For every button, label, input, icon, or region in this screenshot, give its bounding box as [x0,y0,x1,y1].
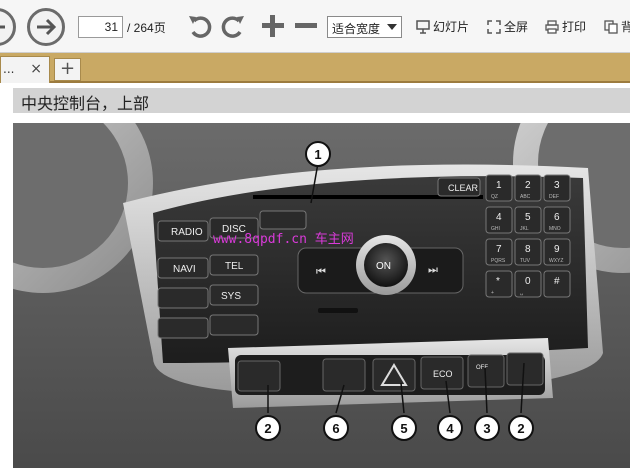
section-heading: 中央控制台，上部 [13,88,630,113]
seat-heat-right-button[interactable] [506,352,544,386]
page-number-input[interactable]: 31 [78,16,123,38]
callout-number: 2 [264,421,271,436]
navi-label: NAVI [173,264,196,275]
keypad-key-number: 7 [496,244,502,255]
keypad-key-number: 3 [554,180,560,191]
fullscreen-button[interactable]: 全屏 [487,18,528,35]
keypad-key-letters: WXYZ [549,258,563,264]
keypad-key[interactable]: 7 PQRS [485,238,513,266]
fullscreen-icon [487,19,501,34]
zoom-out-icon[interactable] [292,12,320,40]
pdf-toolbar: 31 / 264页 适合宽度 幻灯片 全屏 打印 背 [0,0,630,53]
on-label: ON [376,261,391,272]
callout-number: 5 [400,421,407,436]
callout-number: 4 [446,421,454,436]
slideshow-label: 幻灯片 [433,20,470,34]
clear-label: CLEAR [448,183,479,193]
printer-icon [545,19,559,34]
background-label: 背 [621,20,630,34]
rotate-left-icon[interactable] [186,12,214,40]
chevron-down-icon [387,24,397,30]
zoom-select-value: 适合宽度 [332,22,381,36]
keypad-key-letters: ␣ [520,290,523,296]
callout-number: 1 [314,147,321,162]
slideshow-button[interactable]: 幻灯片 [416,18,469,35]
close-icon[interactable]: × [30,61,42,77]
tab-label: ... [3,62,15,76]
keypad-key-letters: QZ [491,194,498,200]
keypad-key-number: 5 [525,212,531,223]
keypad-key-letters: + [491,290,494,296]
keypad-key[interactable]: 0␣ [514,270,542,298]
print-label: 打印 [562,20,587,34]
keypad-key[interactable]: 9 WXYZ [543,238,571,266]
document-page: 中央控制台，上部 RADIO DISC NAVI TEL SYS ON ⏮ ⏭ … [0,83,630,473]
tab-bar: ... × + [0,53,630,83]
keypad-key[interactable]: 6 MNO [543,206,571,234]
keypad-key[interactable]: 3 DEF [543,174,571,202]
keypad-key[interactable]: *+ [485,270,513,298]
page-total: / 264页 [127,21,166,35]
callout-number: 3 [483,421,490,436]
keypad-key-number: 6 [554,212,560,223]
keypad-key-number: 4 [496,212,502,223]
media-button[interactable] [259,210,307,230]
keypad-key-letters: MNO [549,226,561,232]
keypad-key[interactable]: 5 JKL [514,206,542,234]
keypad-key-letters: GHI [491,226,500,232]
keypad-key-letters: ABC [520,194,531,200]
tel-label: TEL [225,261,244,272]
rotate-right-icon[interactable] [219,12,247,40]
keypad-key[interactable]: 1 QZ [485,174,513,202]
next-page-button[interactable] [27,8,65,46]
keypad-key-number: 0 [525,276,531,287]
callout-number: 2 [517,421,524,436]
keypad-key[interactable]: 2 ABC [514,174,542,202]
keypad-key-number: * [496,276,500,287]
callout-number: 6 [332,421,339,436]
radio-label: RADIO [171,227,203,238]
console-figure: RADIO DISC NAVI TEL SYS ON ⏮ ⏭ CLEAR 1 Q… [13,123,630,468]
arrow-left-icon [0,25,5,29]
new-tab-button[interactable]: + [54,58,81,81]
slideshow-icon [416,19,430,34]
sys-label: SYS [221,291,241,302]
keypad-key[interactable]: 4 GHI [485,206,513,234]
off-label: OFF [476,365,488,371]
keypad-key-letters: JKL [520,226,529,232]
eco-label: ECO [433,369,453,379]
background-button[interactable]: 背 [604,18,630,35]
call-button[interactable] [209,314,259,336]
watermark: www.8qpdf.cn 车主网 [213,231,354,247]
keypad-key-letters: PQRS [491,258,506,264]
keypad-key[interactable]: 8 TUV [514,238,542,266]
console-illustration: RADIO DISC NAVI TEL SYS ON ⏮ ⏭ CLEAR 1QZ… [13,123,630,468]
keypad-key-number: 8 [525,244,531,255]
mute-button[interactable] [157,287,209,309]
keypad-key-number: # [554,276,560,287]
keypad-key-number: 9 [554,244,560,255]
fullscreen-label: 全屏 [504,20,529,34]
hangup-button[interactable] [157,317,209,339]
keypad-key-number: 1 [496,180,502,191]
keypad-key-letters: DEF [549,194,559,200]
seat-heat-left-button[interactable] [237,360,281,392]
keypad-key[interactable]: # [543,270,571,298]
print-button[interactable]: 打印 [545,18,586,35]
copy-icon [604,19,618,34]
tab-document[interactable]: ... × [0,56,50,83]
back-button[interactable] [0,8,16,46]
zoom-select[interactable]: 适合宽度 [327,16,402,38]
zoom-in-icon[interactable] [259,12,287,40]
skip-back-icon[interactable]: ⏮ [316,265,326,278]
skip-forward-icon[interactable]: ⏭ [428,263,438,276]
keypad-key-number: 2 [525,180,531,191]
arrow-right-icon [37,18,57,36]
keypad-key-letters: TUV [520,258,531,264]
